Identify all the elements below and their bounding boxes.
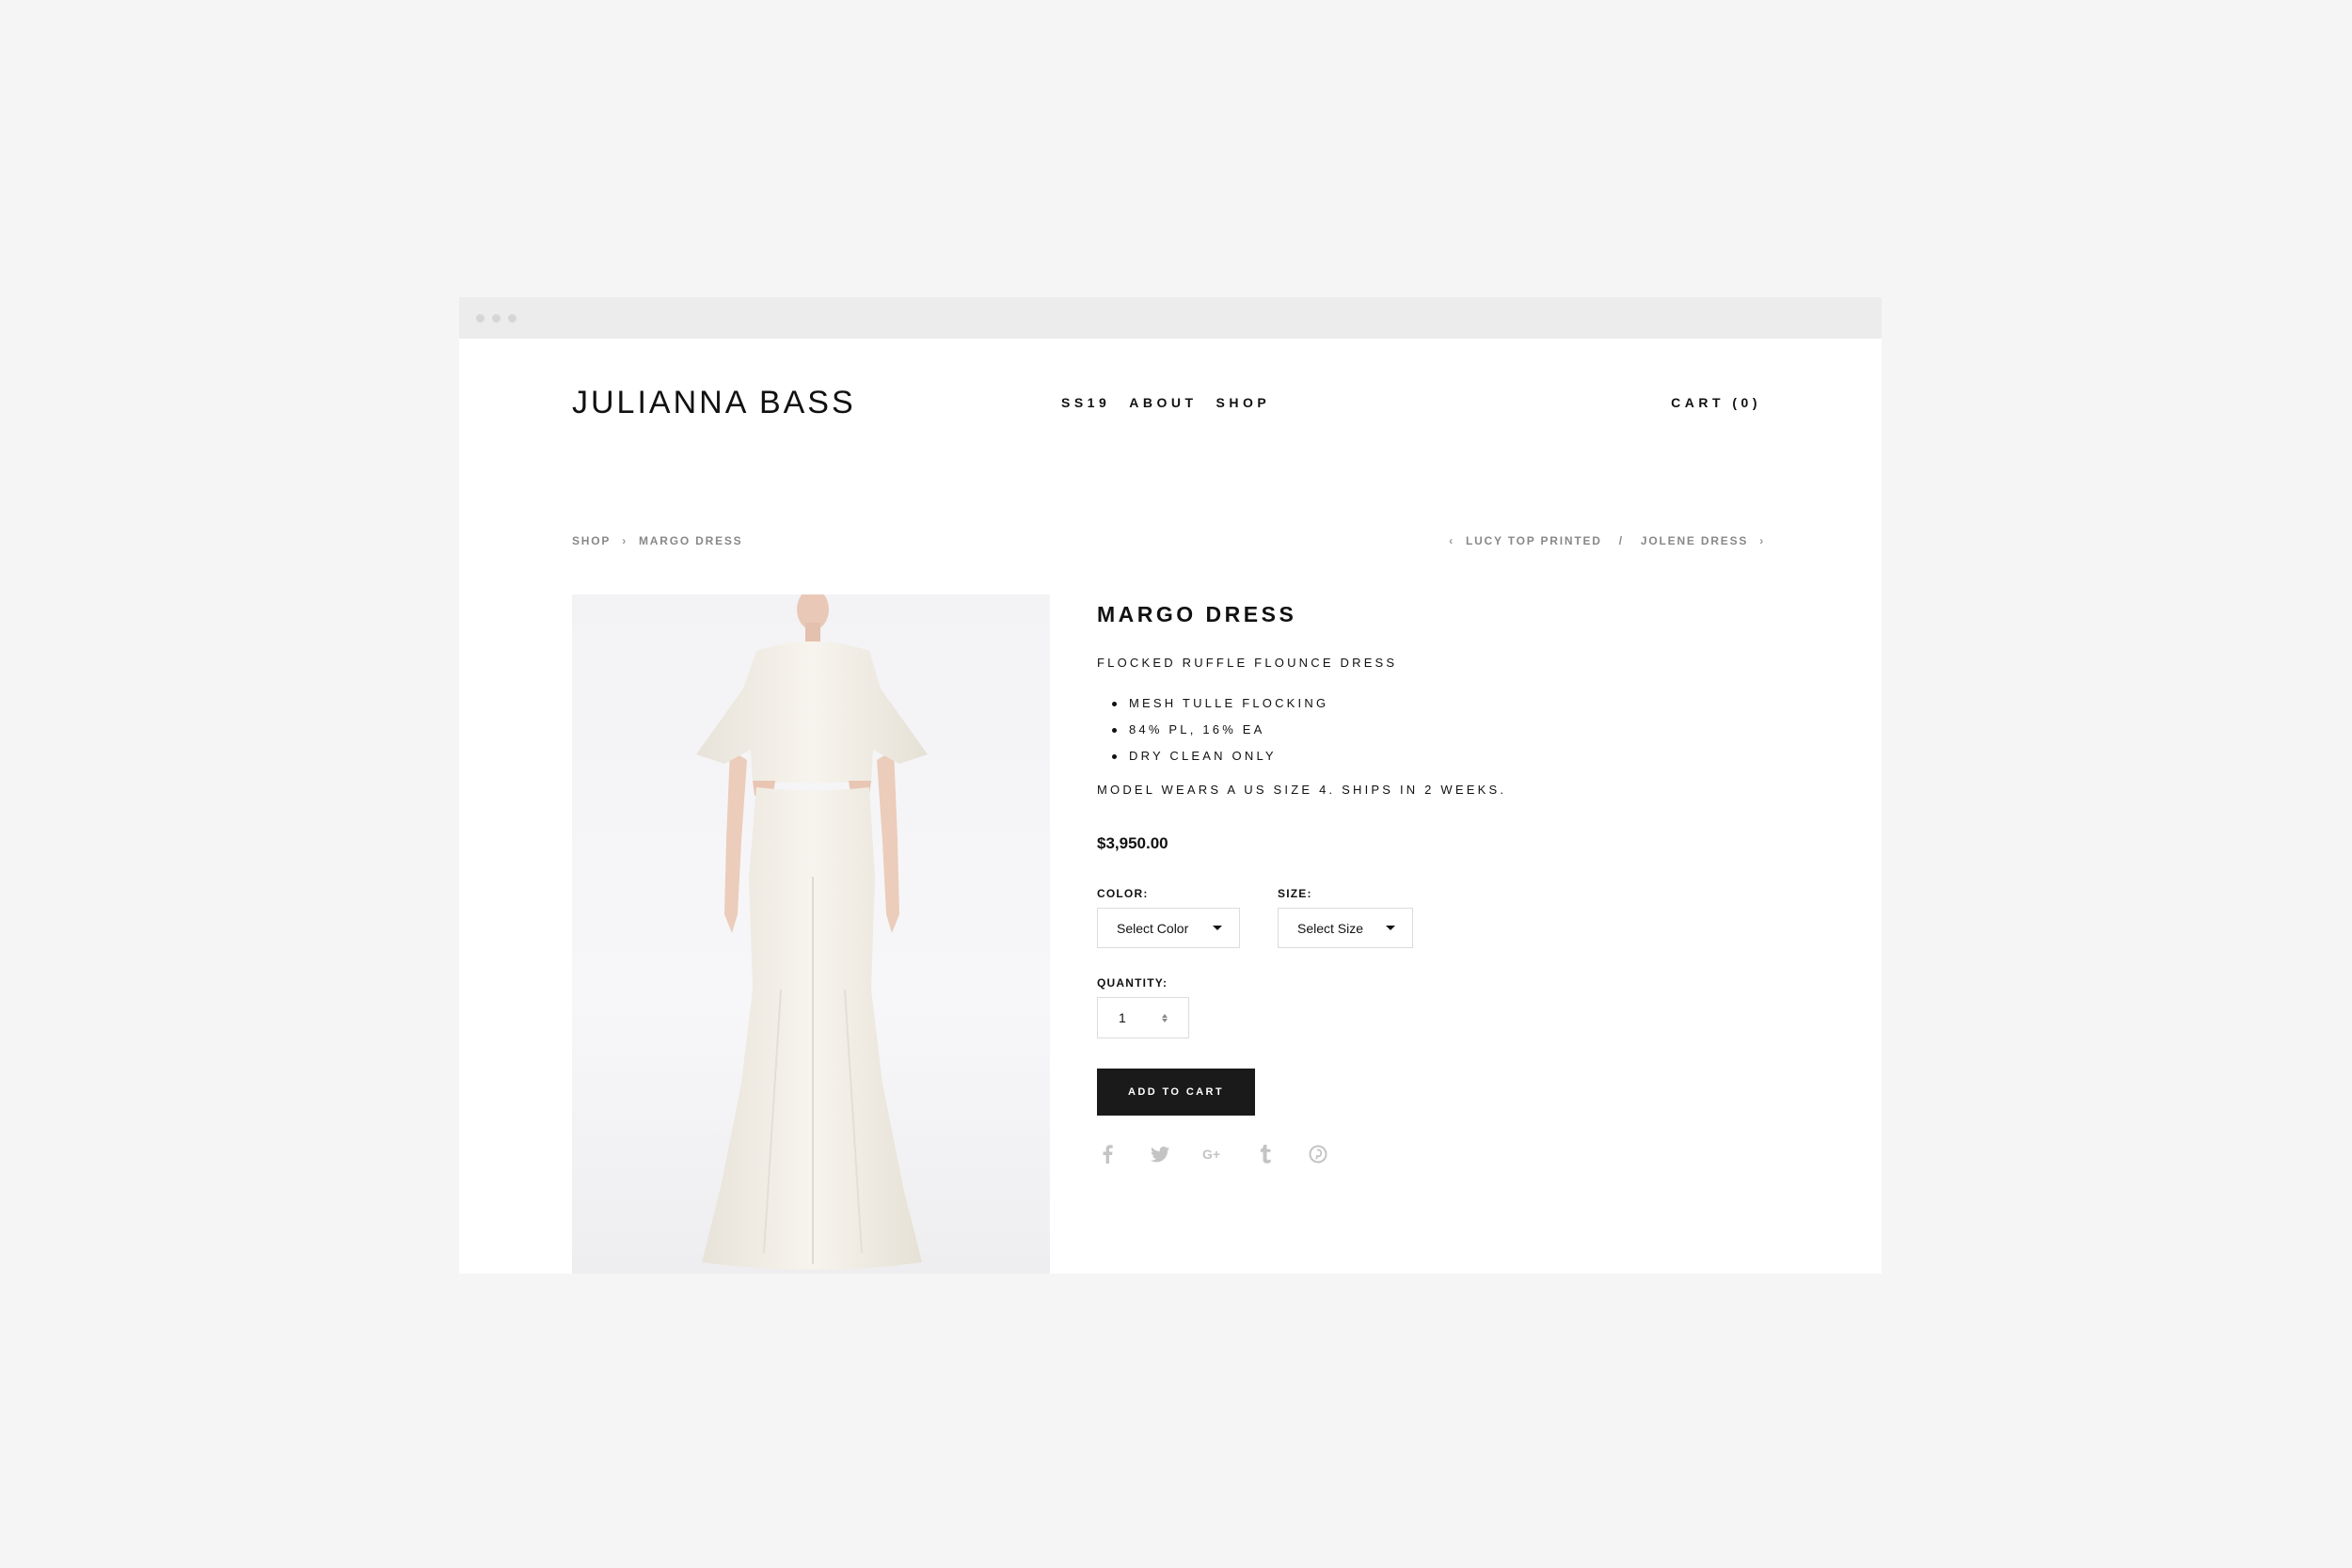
next-product-link[interactable]: JOLENE DRESS [1641,534,1748,547]
product-options: COLOR: Select Color SIZE: Select Size [1097,887,1756,948]
google-plus-icon[interactable]: G+ [1202,1144,1223,1164]
color-select[interactable]: Select Color [1097,908,1240,948]
browser-window: JULIANNA BASS SS19 ABOUT SHOP CART (0) S… [459,297,1882,1274]
svg-text:G+: G+ [1202,1147,1220,1162]
breadcrumb-item-shop[interactable]: SHOP [572,534,611,547]
breadcrumb: SHOP › MARGO DRESS [572,534,743,547]
facebook-icon[interactable] [1097,1144,1118,1164]
size-select[interactable]: Select Size [1278,908,1413,948]
product-details: MARGO DRESS FLOCKED RUFFLE FLOUNCE DRESS… [1097,594,1756,1164]
nav-item-about[interactable]: ABOUT [1129,395,1197,410]
color-label: COLOR: [1097,887,1149,900]
quantity-value: 1 [1119,1010,1126,1025]
feature-item: MESH TULLE FLOCKING [1112,690,1756,717]
stepper-arrows-icon[interactable] [1162,1013,1168,1022]
browser-chrome-bar [459,297,1882,339]
quantity-option: QUANTITY: 1 [1097,976,1756,1038]
color-option: COLOR: Select Color [1097,887,1240,948]
next-arrow-icon[interactable]: › [1759,534,1765,547]
window-dot [508,314,516,323]
product-pager: ‹ LUCY TOP PRINTED / JOLENE DRESS › [1449,534,1765,547]
tumblr-icon[interactable] [1255,1144,1276,1164]
feature-item: DRY CLEAN ONLY [1112,743,1756,769]
product-image[interactable] [572,594,1050,1274]
site-logo[interactable]: JULIANNA BASS [572,385,856,421]
feature-item: 84% PL, 16% EA [1112,717,1756,743]
prev-product-link[interactable]: LUCY TOP PRINTED [1466,534,1602,547]
window-dot [492,314,501,323]
size-label: SIZE: [1278,887,1312,900]
breadcrumb-item-current: MARGO DRESS [639,534,743,547]
add-to-cart-button[interactable]: ADD TO CART [1097,1069,1255,1116]
dress-photo [696,594,928,1270]
breadcrumb-separator: › [622,534,628,547]
nav-item-shop[interactable]: SHOP [1216,395,1271,410]
size-option: SIZE: Select Size [1278,887,1413,948]
prev-arrow-icon[interactable]: ‹ [1449,534,1454,547]
chevron-down-icon [1386,926,1395,930]
product-title: MARGO DRESS [1097,602,1297,626]
pager-divider: / [1618,534,1624,547]
shipping-note: MODEL WEARS A US SIZE 4. SHIPS IN 2 WEEK… [1097,783,1507,797]
nav-item-ss19[interactable]: SS19 [1061,395,1110,410]
main-nav: SS19 ABOUT SHOP [1061,395,1270,410]
quantity-label: QUANTITY: [1097,976,1168,990]
product-subtitle: FLOCKED RUFFLE FLOUNCE DRESS [1097,656,1398,670]
cart-link[interactable]: CART (0) [1671,395,1761,410]
color-select-value: Select Color [1117,920,1189,936]
twitter-icon[interactable] [1150,1144,1170,1164]
pinterest-icon[interactable] [1308,1144,1328,1164]
feature-list: MESH TULLE FLOCKING 84% PL, 16% EA DRY C… [1097,690,1756,769]
window-dot [476,314,485,323]
size-select-value: Select Size [1297,920,1364,936]
share-icons: G+ [1097,1144,1756,1164]
quantity-stepper[interactable]: 1 [1097,997,1189,1038]
product-price: $3,950.00 [1097,834,1168,852]
chevron-down-icon [1213,926,1222,930]
